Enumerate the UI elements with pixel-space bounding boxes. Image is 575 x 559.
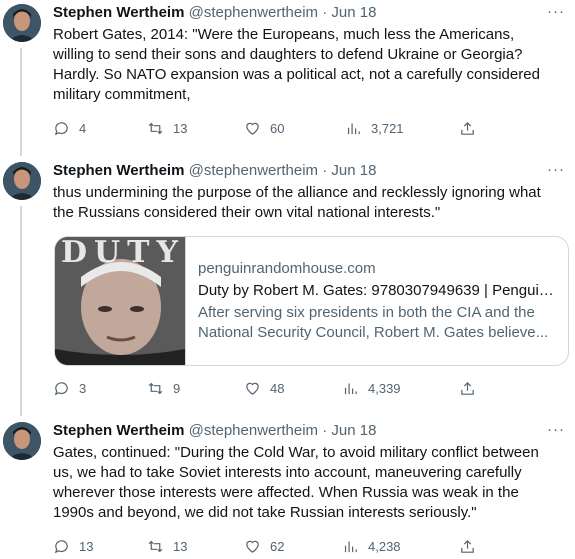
book-cover-image: DUTY <box>55 237 186 365</box>
retweet-icon <box>148 122 163 134</box>
reply-button[interactable]: 13 <box>53 536 93 556</box>
retweet-button[interactable]: 13 <box>147 118 187 138</box>
like-count: 62 <box>270 538 285 554</box>
reply-button[interactable]: 3 <box>53 378 86 398</box>
share-button[interactable] <box>459 536 476 556</box>
link-card[interactable]: DUTY penguinrandomhouse.com Duty by Robe… <box>54 236 569 366</box>
author-name[interactable]: Stephen Wertheim <box>53 4 184 21</box>
views-count: 4,339 <box>368 380 401 396</box>
heart-icon <box>246 382 259 395</box>
share-icon <box>461 539 474 553</box>
share-icon <box>461 381 474 395</box>
views-icon <box>344 383 357 394</box>
tweet-header: Stephen Wertheim @stephenwertheim · Jun … <box>53 3 376 23</box>
retweet-button[interactable]: 13 <box>147 536 187 556</box>
separator-dot: · <box>318 162 332 179</box>
views-button[interactable]: 3,721 <box>345 118 404 138</box>
separator-dot: · <box>318 422 332 439</box>
author-handle[interactable]: @stephenwertheim <box>189 4 318 21</box>
tweet[interactable]: Stephen Wertheim @stephenwertheim · Jun … <box>0 0 575 150</box>
card-description: After serving six presidents in both the… <box>198 304 549 341</box>
like-count: 48 <box>270 380 285 396</box>
avatar[interactable] <box>3 162 41 200</box>
author-name[interactable]: Stephen Wertheim <box>53 162 184 179</box>
retweet-icon <box>148 382 163 394</box>
like-count: 60 <box>270 120 285 136</box>
views-icon <box>344 541 357 552</box>
tweet-actions: 4 13 60 3,721 <box>53 118 493 138</box>
retweet-button[interactable]: 9 <box>147 378 180 398</box>
share-button[interactable] <box>459 378 476 398</box>
retweet-count: 13 <box>173 120 188 136</box>
book-cover-title: DUTY <box>61 236 185 270</box>
tweet-text: thus undermining the purpose of the alli… <box>53 184 541 221</box>
reply-icon <box>54 381 68 395</box>
reply-count: 3 <box>79 380 87 396</box>
tweet-header: Stephen Wertheim @stephenwertheim · Jun … <box>53 421 376 441</box>
author-handle[interactable]: @stephenwertheim <box>189 162 318 179</box>
views-count: 3,721 <box>371 120 404 136</box>
card-title: Duty by Robert M. Gates: 9780307949639 |… <box>198 282 556 299</box>
tweet-text: Robert Gates, 2014: "Were the Europeans,… <box>53 26 540 103</box>
like-button[interactable]: 62 <box>244 536 284 556</box>
views-button[interactable]: 4,339 <box>342 378 401 398</box>
views-icon <box>347 123 360 134</box>
avatar[interactable] <box>3 422 41 460</box>
author-handle[interactable]: @stephenwertheim <box>189 422 318 439</box>
tweet-header: Stephen Wertheim @stephenwertheim · Jun … <box>53 161 376 181</box>
share-button[interactable] <box>459 118 476 138</box>
tweet-text: Gates, continued: "During the Cold War, … <box>53 444 539 521</box>
reply-icon <box>54 539 68 553</box>
retweet-count: 13 <box>173 538 188 554</box>
heart-icon <box>246 122 259 135</box>
retweet-count: 9 <box>173 380 181 396</box>
share-icon <box>461 121 474 135</box>
separator-dot: · <box>318 4 332 21</box>
more-icon[interactable]: ··· <box>547 420 565 440</box>
tweet[interactable]: Stephen Wertheim @stephenwertheim · Jun … <box>0 418 575 559</box>
like-button[interactable]: 60 <box>244 118 284 138</box>
reply-button[interactable]: 4 <box>53 118 86 138</box>
tweet-date[interactable]: Jun 18 <box>331 4 376 21</box>
reply-icon <box>54 121 68 135</box>
like-button[interactable]: 48 <box>244 378 284 398</box>
tweet-actions: 3 9 48 4,339 <box>53 378 493 398</box>
author-name[interactable]: Stephen Wertheim <box>53 422 184 439</box>
more-icon[interactable]: ··· <box>547 2 565 22</box>
views-count: 4,238 <box>368 538 401 554</box>
heart-icon <box>246 540 259 553</box>
tweet-date[interactable]: Jun 18 <box>331 422 376 439</box>
views-button[interactable]: 4,238 <box>342 536 401 556</box>
tweet-actions: 13 13 62 4,238 <box>53 536 493 556</box>
reply-count: 4 <box>79 120 87 136</box>
card-domain: penguinrandomhouse.com <box>198 260 376 277</box>
reply-count: 13 <box>79 538 94 554</box>
retweet-icon <box>148 540 163 552</box>
more-icon[interactable]: ··· <box>547 160 565 180</box>
tweet-date[interactable]: Jun 18 <box>331 162 376 179</box>
card-body: penguinrandomhouse.com Duty by Robert M.… <box>198 259 558 343</box>
avatar[interactable] <box>3 4 41 42</box>
